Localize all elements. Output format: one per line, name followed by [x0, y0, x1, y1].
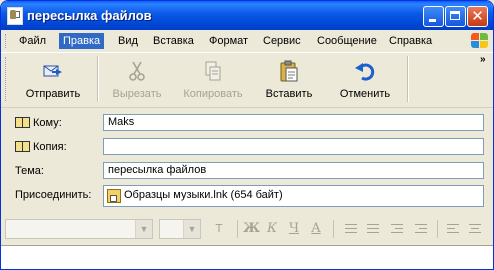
chevron-down-icon[interactable]: ▼ — [183, 220, 200, 238]
paragraph-style-icon[interactable]: T — [211, 220, 227, 238]
increase-indent-icon[interactable] — [415, 223, 427, 234]
send-mail-icon — [43, 65, 62, 77]
paste-button[interactable]: Вставить — [249, 56, 329, 102]
copy-label: Копировать — [183, 88, 243, 100]
attach-label: Присоединить: — [15, 189, 92, 201]
menu-file[interactable]: Файл — [15, 33, 50, 49]
address-book-icon[interactable] — [15, 117, 30, 128]
format-separator — [237, 220, 238, 238]
menu-grip[interactable] — [5, 34, 9, 48]
undo-arrow-icon — [355, 63, 375, 81]
menu-help[interactable]: Справка — [385, 33, 436, 49]
maximize-button[interactable] — [445, 6, 466, 27]
clipboard-icon — [280, 60, 298, 82]
close-icon: ✕ — [471, 7, 484, 25]
maximize-icon — [450, 11, 460, 20]
menu-bar: Файл Правка Вид Вставка Формат Сервис Со… — [1, 30, 493, 53]
attachment-item[interactable]: Образцы музыки.lnk (654 байт) — [124, 189, 283, 201]
bullet-list-icon[interactable] — [367, 223, 379, 234]
windows-logo-icon — [469, 31, 489, 50]
standard-toolbar: » Отправить Вырезать Копировать Вставить… — [1, 53, 493, 108]
menu-format[interactable]: Формат — [205, 33, 252, 49]
undo-label: Отменить — [339, 88, 391, 100]
formatting-toolbar: ▼ ▼ T Ж К Ч A — [1, 213, 493, 243]
underline-icon[interactable]: Ч — [287, 220, 301, 238]
address-book-icon[interactable] — [15, 141, 30, 152]
toolbar-separator — [407, 56, 409, 102]
to-label[interactable]: Кому: — [33, 117, 62, 129]
compose-window: пересылка файлов ✕ Файл Правка Вид Встав… — [0, 0, 494, 270]
window-title: пересылка файлов — [27, 8, 152, 23]
cc-field[interactable] — [103, 138, 484, 155]
close-button[interactable]: ✕ — [467, 6, 488, 27]
subject-label: Тема: — [15, 165, 44, 177]
shortcut-file-icon — [107, 189, 121, 203]
menu-message[interactable]: Сообщение — [313, 33, 381, 49]
format-separator — [437, 220, 438, 238]
subject-field[interactable]: пересылка файлов — [103, 162, 484, 179]
italic-icon[interactable]: К — [265, 220, 279, 238]
font-size-combo[interactable]: ▼ — [159, 219, 201, 239]
copy-icon — [205, 61, 221, 81]
cut-button[interactable]: Вырезать — [97, 56, 177, 102]
menu-tools[interactable]: Сервис — [259, 33, 305, 49]
menu-edit[interactable]: Правка — [59, 33, 105, 49]
minimize-icon — [429, 19, 436, 22]
numbered-list-icon[interactable] — [345, 223, 357, 234]
toolbar-overflow-icon[interactable]: » — [480, 54, 486, 65]
toolbar-grip[interactable] — [5, 57, 9, 101]
send-button[interactable]: Отправить — [13, 56, 93, 102]
minimize-button[interactable] — [423, 6, 444, 27]
cut-label: Вырезать — [112, 88, 162, 100]
font-name-combo[interactable]: ▼ — [5, 219, 153, 239]
attachment-field[interactable]: Образцы музыки.lnk (654 байт) — [103, 185, 484, 207]
font-color-icon[interactable]: A — [309, 220, 323, 238]
undo-button[interactable]: Отменить — [325, 56, 405, 102]
paste-label: Вставить — [265, 88, 313, 100]
title-bar[interactable]: пересылка файлов ✕ — [1, 1, 493, 30]
cc-label[interactable]: Копия: — [33, 141, 67, 153]
scissors-icon — [129, 61, 145, 81]
align-left-icon[interactable] — [447, 223, 459, 234]
menu-insert[interactable]: Вставка — [149, 33, 198, 49]
decrease-indent-icon[interactable] — [391, 223, 403, 234]
format-separator — [333, 220, 334, 238]
mail-compose-icon — [7, 7, 23, 25]
menu-view[interactable]: Вид — [114, 33, 142, 49]
send-label: Отправить — [25, 88, 81, 100]
bold-icon[interactable]: Ж — [243, 220, 260, 238]
align-center-icon[interactable] — [469, 223, 481, 234]
copy-button[interactable]: Копировать — [173, 56, 253, 102]
message-body[interactable] — [1, 245, 493, 269]
to-field[interactable]: Maks — [103, 114, 484, 131]
chevron-down-icon[interactable]: ▼ — [135, 220, 152, 238]
